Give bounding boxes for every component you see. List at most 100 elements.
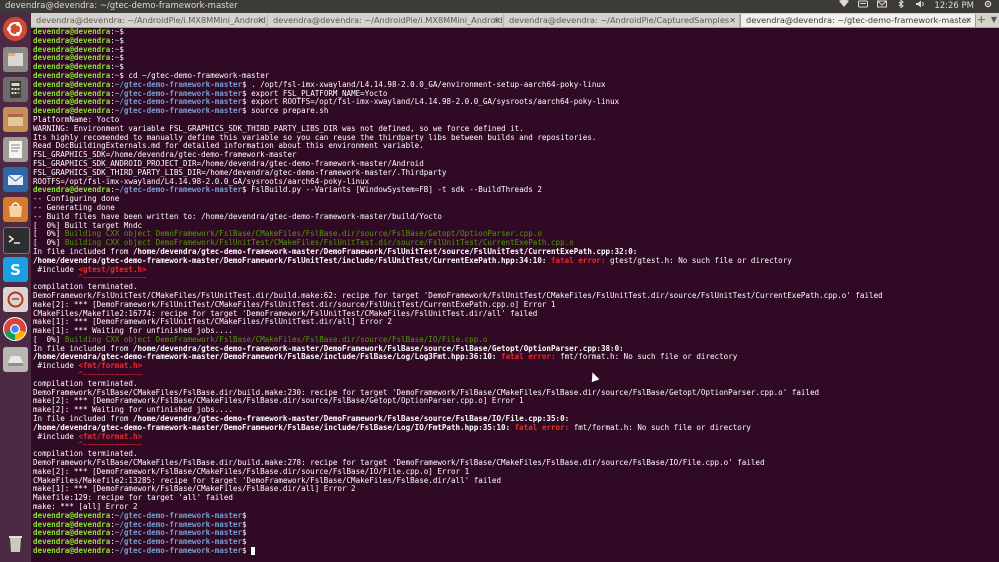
build-percent: [ 0%]	[33, 229, 65, 239]
terminal-line: #include <fmt/format.h>	[33, 361, 993, 371]
prompt-path: ~/gtec-demo-framework-master	[114, 97, 243, 107]
include-file: <gtest/gtest.h>	[78, 264, 147, 274]
output-text: make[2]: *** [DemoFramework/FslBase/CMak…	[33, 396, 524, 406]
output-text: compilation terminated.	[33, 282, 138, 292]
sound-icon[interactable]	[915, 0, 925, 13]
output-text: make[2]: *** [DemoFramework/FslUnitTest/…	[33, 299, 556, 309]
command-text: . /opt/fsl-imx-xwayland/L4.14.98-2.0.0_G…	[246, 79, 606, 89]
prompt-user: devendra@devendra	[33, 28, 111, 36]
ebook-icon[interactable]	[3, 287, 28, 312]
prompt-user: devendra@devendra	[33, 519, 111, 529]
mail-icon[interactable]	[877, 0, 888, 13]
prompt-dollar: $	[242, 528, 247, 538]
prompt-user: devendra@devendra	[33, 88, 111, 98]
skype-icon[interactable]: S	[3, 257, 28, 282]
prompt-path: ~/gtec-demo-framework-master	[114, 79, 243, 89]
output-text: ROOTFS=/opt/fsl-imx-xwayland/L4.14.98-2.…	[33, 176, 370, 186]
output-text: make: *** [all] Error 2	[33, 502, 138, 512]
include-location: /home/devendra/gtec-demo-framework-maste…	[132, 414, 570, 424]
terminal-line: /home/devendra/gtec-demo-framework-maste…	[33, 353, 993, 362]
prompt-path: ~/gtec-demo-framework-master	[114, 510, 243, 520]
output-text: make[1]: *** Waiting for unfinished jobs…	[33, 326, 233, 336]
calculator-icon[interactable]	[3, 77, 28, 102]
terminal-line: #include <gtest/gtest.h>	[33, 264, 993, 275]
error-location: /home/devendra/gtec-demo-framework-maste…	[33, 352, 497, 362]
tab-3[interactable]: devendra@devendra: ~/AndroidPie/Captured…	[504, 14, 740, 27]
prompt-path: ~/gtec-demo-framework-master	[114, 106, 243, 116]
close-icon[interactable]: ✕	[257, 14, 264, 27]
terminal-line: ^~~~~~~~~~~~~~	[33, 370, 993, 380]
output-text: In file included from	[33, 343, 133, 353]
command-text: export ROOTFS=/opt/fsl-imx-xwayland/L4.1…	[246, 97, 620, 107]
keyboard-icon[interactable]	[858, 0, 869, 13]
build-step: Building CXX object DemoFramework/FslUni…	[64, 238, 574, 248]
prompt-user: devendra@devendra	[33, 546, 111, 556]
close-icon[interactable]: ✕	[965, 14, 972, 27]
prompt-user: devendra@devendra	[33, 185, 111, 195]
clock[interactable]: 12:26 PM	[934, 0, 974, 13]
include-file: <fmt/format.h>	[78, 431, 143, 441]
command-text: export FSL_PLATFORM_NAME=Yocto	[246, 88, 388, 98]
output-text: FSL_GRAPHICS_SDK=/home/devendra/gtec-dem…	[33, 150, 297, 160]
terminal-line: /home/devendra/gtec-demo-framework-maste…	[33, 256, 993, 266]
terminal-line: -- Configuring done	[33, 194, 993, 204]
terminal-line: -- Build files have been written to: /ho…	[33, 212, 993, 222]
bluetooth-icon[interactable]	[896, 0, 906, 13]
tab-label: devendra@devendra: ~/gtec-demo-framework…	[746, 15, 971, 25]
error-message: fmt/format.h: No such file or directory	[555, 352, 738, 362]
drive-icon[interactable]	[3, 347, 28, 372]
close-icon[interactable]: ✕	[493, 14, 500, 27]
files-icon[interactable]	[3, 47, 28, 72]
ubuntu-logo-icon[interactable]	[3, 17, 27, 41]
output-text: make[2]: *** [DemoFramework/FslBase/CMak…	[33, 466, 470, 476]
tab-2[interactable]: devendra@devendra: ~/AndroidPie/i.MX8MMi…	[268, 14, 504, 27]
command-text: cd ~/gtec-demo-framework-master	[123, 70, 270, 80]
error-marker: ^~~~~~~~~~~~~~	[33, 440, 143, 450]
output-text: DemoFramework/FslBase/CMakeFiles/FslBase…	[33, 387, 820, 397]
output-text: CMakeFiles/Makefile2:16774: recipe for t…	[33, 308, 538, 318]
prompt-path: ~/gtec-demo-framework-master	[114, 185, 243, 195]
tab-1[interactable]: devendra@devendra: ~/AndroidPie/i.MX8MMi…	[31, 14, 268, 27]
output-text: Its highly recomended to manually define…	[33, 132, 597, 142]
close-icon[interactable]: ✕	[729, 14, 736, 27]
archive-icon[interactable]	[3, 107, 28, 132]
chrome-icon[interactable]	[3, 317, 27, 341]
prompt-user: devendra@devendra	[33, 62, 111, 72]
tab-menu-icon[interactable]: ▼	[991, 13, 997, 27]
terminal-icon[interactable]	[3, 227, 30, 254]
command-text: FslBuild.py --Variants [WindowSystem=FB]…	[246, 185, 542, 195]
output-text: CMakeFiles/Makefile2:13285: recipe for t…	[33, 475, 501, 485]
terminal-line: Makefile:129: recipe for target 'all' fa…	[33, 493, 993, 503]
include-directive: #include	[33, 361, 79, 371]
include-location: /home/devendra/gtec-demo-framework-maste…	[132, 246, 638, 256]
trash-icon[interactable]	[3, 531, 28, 556]
prompt-path: ~/gtec-demo-framework-master	[114, 528, 243, 538]
output-text: make[1]: *** [DemoFramework/FslBase/CMak…	[33, 484, 356, 494]
window-title: devendra@devendra: ~/gtec-demo-framework…	[5, 1, 238, 11]
error-location: /home/devendra/gtec-demo-framework-maste…	[33, 422, 511, 432]
network-icon[interactable]	[839, 0, 850, 13]
output-text: Read DocBuildingExternals.md for detaile…	[33, 141, 424, 151]
command-text: source prepare.sh	[246, 106, 329, 116]
output-text: FSL_GRAPHICS_SDK_THIRD_PARTY_LIBS_DIR=/h…	[33, 167, 447, 177]
output-text: compilation terminated.	[33, 378, 138, 388]
prompt-user: devendra@devendra	[33, 106, 111, 116]
gear-icon[interactable]	[983, 0, 993, 13]
tab-4[interactable]: devendra@devendra: ~/gtec-demo-framework…	[740, 14, 976, 27]
output-text: make[2]: *** Waiting for unfinished jobs…	[33, 405, 233, 415]
tab-bar: devendra@devendra: ~/AndroidPie/i.MX8MMi…	[31, 13, 999, 28]
terminal-line: ^~~~~~~~~~~~~~~	[33, 273, 993, 283]
tab-label: devendra@devendra: ~/AndroidPie/i.MX8MMi…	[273, 15, 504, 25]
software-center-icon[interactable]	[3, 197, 28, 222]
terminal-output[interactable]: devendra@devendra:~$ devendra@devendra:~$…	[33, 28, 993, 560]
add-tab-icon[interactable]: +	[977, 13, 986, 26]
text-editor-icon[interactable]	[3, 137, 28, 162]
error-message: fmt/format.h: No such file or directory	[569, 422, 751, 432]
prompt-user: devendra@devendra	[33, 79, 111, 89]
thunderbird-icon[interactable]	[3, 167, 28, 192]
output-text: -- Configuring done	[33, 194, 120, 204]
terminal-line: devendra@devendra:~$	[33, 36, 993, 46]
terminal-line: #include <fmt/format.h>	[33, 431, 993, 442]
output-text: Makefile:129: recipe for target 'all' fa…	[33, 493, 233, 503]
prompt-user: devendra@devendra	[33, 528, 111, 538]
